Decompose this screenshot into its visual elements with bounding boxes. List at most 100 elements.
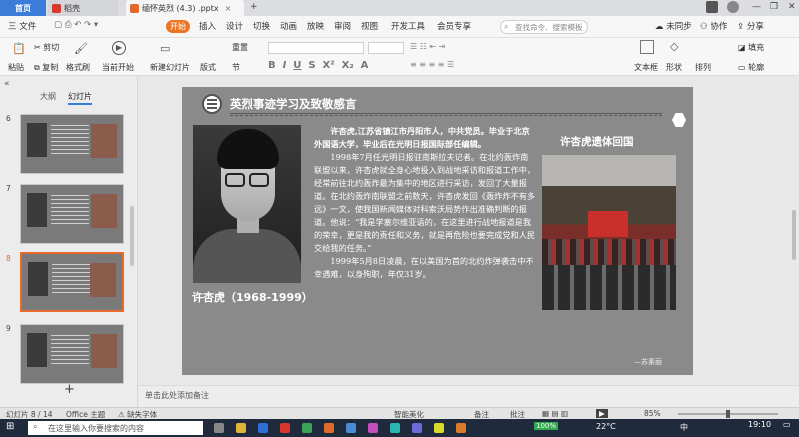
menu-member[interactable]: 会员专享 — [437, 20, 471, 32]
new-slide-icon[interactable]: ▭ — [160, 42, 170, 55]
menu-review[interactable]: 审阅 — [334, 20, 351, 32]
menu-transition[interactable]: 切换 — [253, 20, 270, 32]
outline-button[interactable]: ▭ 轮廓 — [738, 62, 764, 73]
explorer-icon[interactable] — [236, 423, 246, 433]
menu-insert[interactable]: 插入 — [199, 20, 216, 32]
paste-icon[interactable]: 📋 — [12, 42, 26, 55]
menu-design[interactable]: 设计 — [226, 20, 243, 32]
reset-button[interactable]: 重置 — [232, 42, 248, 53]
slide-signature[interactable]: —苏素丽 — [634, 357, 662, 367]
window-layout-icon[interactable] — [706, 1, 718, 13]
slide-number: 7 — [6, 184, 11, 193]
layout-button[interactable]: 版式 — [200, 62, 216, 73]
share-button[interactable]: ⇪ 分享 — [737, 20, 764, 32]
slide-thumbnail-7[interactable] — [20, 184, 124, 244]
tab-slides[interactable]: 幻灯片 — [68, 91, 92, 105]
ppt-icon[interactable] — [324, 423, 334, 433]
format-painter-button[interactable]: 格式刷 — [66, 62, 90, 73]
view-buttons[interactable]: ▦ ▤ ▥ — [542, 409, 568, 418]
font-size-select[interactable] — [368, 42, 404, 54]
add-slide-icon[interactable]: + — [64, 382, 75, 397]
notification-icon[interactable]: ▭ — [783, 420, 791, 429]
slide-thumbnail-9[interactable] — [20, 324, 124, 384]
app-icon[interactable] — [456, 423, 466, 433]
play-current-button[interactable]: 当前开始 — [102, 62, 134, 73]
zoom-slider-handle[interactable] — [726, 410, 730, 418]
collab-button[interactable]: ⚇ 协作 — [700, 20, 727, 32]
paragraph-intro: 许杏虎,江苏省镇江市丹阳市人，中共党员。毕业于北京外国语大学，毕业后在光明日报国… — [314, 126, 530, 149]
app-icon[interactable] — [412, 423, 422, 433]
avatar[interactable] — [727, 1, 739, 13]
app-icon[interactable] — [302, 423, 312, 433]
portrait-caption[interactable]: 许杏虎（1968-1999） — [192, 289, 313, 305]
new-slide-button[interactable]: 新建幻灯片 — [150, 62, 190, 73]
font-family-select[interactable] — [268, 42, 364, 54]
tab-docer[interactable]: 稻壳 — [48, 0, 118, 16]
slideshow-play-button[interactable]: ▶ — [596, 409, 608, 418]
body-text-box[interactable]: 许杏虎,江苏省镇江市丹阳市人，中共党员。毕业于北京外国语大学，毕业后在光明日报国… — [314, 125, 536, 281]
menu-animation[interactable]: 动画 — [280, 20, 297, 32]
edge-icon[interactable] — [258, 423, 268, 433]
tab-outline[interactable]: 大纲 — [40, 91, 56, 102]
arrange-button[interactable]: 排列 — [695, 62, 711, 73]
menu-devtools[interactable]: 开发工具 — [391, 20, 425, 32]
clock[interactable]: 19:10 — [748, 420, 771, 429]
list-format-group[interactable]: ☰ ☷ ⇤ ⇥ — [410, 42, 445, 51]
close-window-icon[interactable]: ✕ — [788, 2, 796, 12]
zoom-level[interactable]: 85% — [644, 409, 661, 418]
app-icon[interactable] — [434, 423, 444, 433]
slide[interactable]: 英烈事迹学习及致敬感言 许杏虎（1968-1999） 许杏虎,江苏省镇江市丹阳市… — [182, 87, 693, 375]
panel-scrollbar[interactable] — [130, 206, 134, 266]
text-format-group[interactable]: B I U S X² X₂ A — [268, 60, 368, 71]
slide-thumbnail-8[interactable] — [20, 252, 124, 312]
textbox-icon[interactable] — [640, 40, 654, 54]
close-tab-icon[interactable]: × — [225, 4, 232, 13]
menu-slideshow[interactable]: 放映 — [307, 20, 324, 32]
slide-thumbnail-6[interactable] — [20, 114, 124, 174]
shape-button[interactable]: 形状 — [666, 62, 682, 73]
task-view-icon[interactable] — [214, 423, 224, 433]
scissors-icon: ✂ — [34, 43, 41, 52]
copy-button[interactable]: ⧉ 复制 — [34, 62, 58, 73]
font-warning-icon: ⚠ — [118, 410, 125, 419]
play-icon[interactable]: ▶ — [112, 41, 126, 55]
tab-document[interactable]: 缅怀英烈 (4.3) .pptx × — [126, 0, 244, 16]
ime-indicator[interactable]: 中 — [680, 422, 688, 433]
app-icon[interactable] — [368, 423, 378, 433]
menu-view[interactable]: 视图 — [361, 20, 378, 32]
minimize-icon[interactable]: — — [752, 2, 761, 12]
hexagon-decoration-icon — [672, 113, 686, 127]
command-search-input[interactable]: ⌕ 查找命令、搜索模板 — [500, 20, 588, 34]
repatriation-photo[interactable] — [542, 155, 676, 310]
menu-start[interactable]: 开始 — [166, 20, 190, 33]
new-tab-icon[interactable]: + — [250, 2, 258, 12]
notes-placeholder: 单击此处添加备注 — [145, 391, 209, 400]
format-painter-icon[interactable]: 🖌 — [74, 42, 88, 55]
canvas-scrollbar[interactable] — [790, 80, 798, 384]
app-icon[interactable] — [390, 423, 400, 433]
wps-icon[interactable] — [280, 423, 290, 433]
toolbar-quick-icons[interactable]: ▢ ⎙ ↶ ↷ ▾ — [54, 20, 98, 30]
maximize-icon[interactable]: ❐ — [770, 2, 778, 12]
weather-temp[interactable]: 22°C — [596, 422, 616, 431]
sync-status[interactable]: ☁ 未同步 — [655, 20, 692, 32]
tab-home[interactable]: 首页 — [0, 0, 46, 16]
notes-area[interactable]: 单击此处添加备注 — [139, 385, 799, 407]
paragraph-format-group[interactable]: ≡ ≡ ≡ ≡ ☰ — [410, 60, 454, 69]
app-icon[interactable] — [346, 423, 356, 433]
battery-indicator[interactable]: 100% — [534, 422, 559, 430]
cut-button[interactable]: ✂ 剪切 — [34, 42, 59, 53]
shape-icon[interactable]: ◇ — [670, 40, 678, 53]
windows-start-icon[interactable]: ⊞ — [6, 421, 14, 432]
right-photo-title[interactable]: 许杏虎遗体回国 — [560, 134, 634, 149]
collapse-panel-icon[interactable]: « — [4, 79, 10, 89]
fill-button[interactable]: ◪ 填充 — [738, 42, 764, 53]
section-button[interactable]: 节 — [232, 62, 240, 73]
slide-title[interactable]: 英烈事迹学习及致敬感言 — [230, 96, 357, 112]
textbox-button[interactable]: 文本框 — [634, 62, 658, 73]
menu-file[interactable]: 三 文件 — [8, 20, 36, 32]
paste-button[interactable]: 粘贴 — [8, 62, 24, 73]
taskbar-search-input[interactable]: ⌕ 在这里输入你要搜索的内容 — [28, 421, 203, 435]
portrait-photo[interactable] — [193, 125, 301, 283]
share-label: 分享 — [746, 22, 764, 32]
